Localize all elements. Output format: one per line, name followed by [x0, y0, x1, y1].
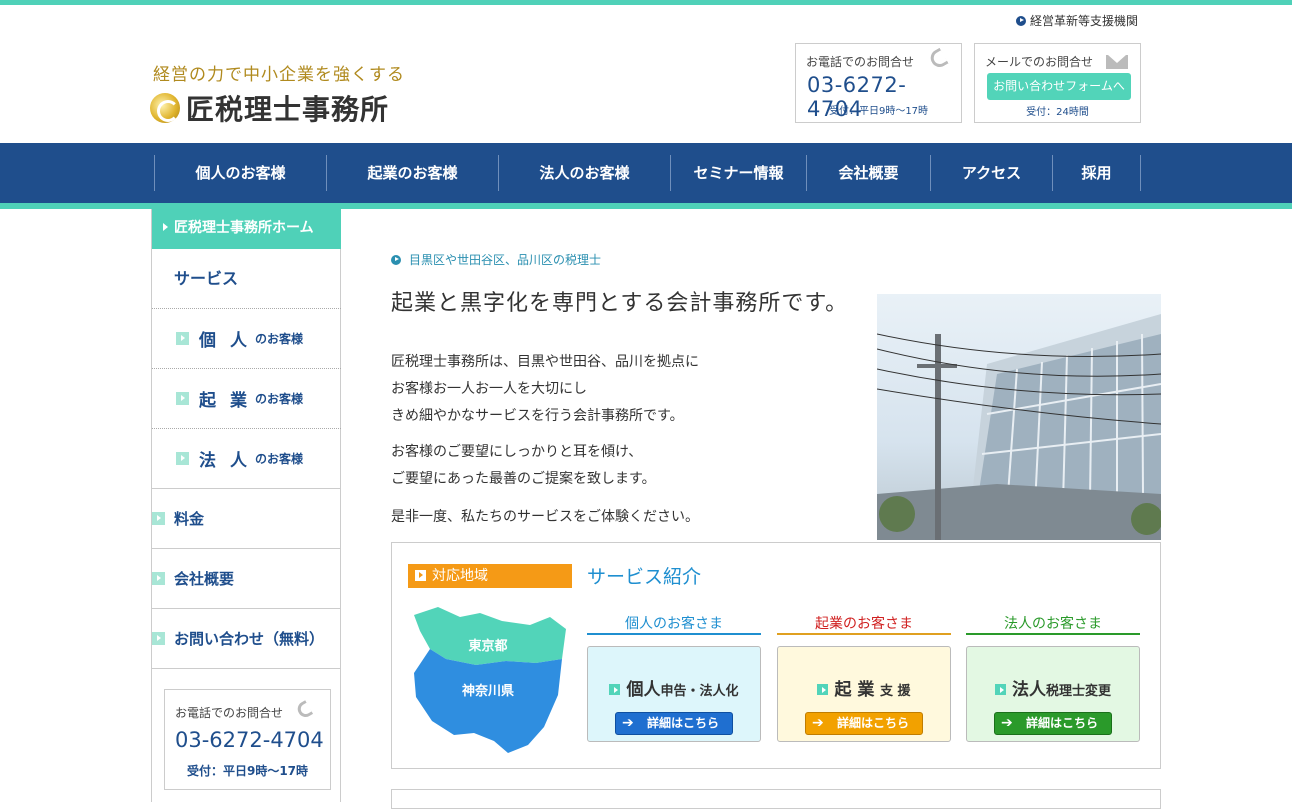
service-individual: 個人のお客さま 個人申告・法人化 詳細はこちら	[587, 613, 761, 742]
page-title: 起業と黒字化を専門とする会計事務所です。	[391, 291, 849, 316]
detail-button[interactable]: 詳細はこちら	[994, 712, 1112, 735]
arrow-square-icon	[609, 684, 621, 695]
arrow-square-icon	[152, 632, 165, 645]
sidebar-item-service[interactable]: サービス	[152, 249, 341, 309]
service-card-corporate[interactable]: 法人税理士変更 詳細はこちら	[966, 646, 1140, 742]
sidebar-phone-box: お電話でのお問合せ 03-6272-4704 受付：平日9時〜17時	[164, 689, 331, 790]
arrow-square-icon	[152, 512, 165, 525]
arrow-square-icon	[176, 332, 189, 345]
service-panel: 対応地域 東京都 神奈川県 サービス紹介 個人のお客さま 個人申告・法人化 詳細…	[391, 542, 1161, 769]
global-nav: 個人のお客様 起業のお客様 法人のお客様 セミナー情報 会社概要 アクセス 採用	[0, 143, 1292, 203]
next-panel	[391, 789, 1161, 809]
office-building-photo	[877, 294, 1161, 540]
arrow-square-icon	[176, 392, 189, 405]
nav-corporate[interactable]: 法人のお客様	[499, 155, 671, 191]
circle-arrow-icon	[391, 254, 401, 265]
nav-recruit[interactable]: 採用	[1053, 155, 1141, 191]
arrow-square-icon	[994, 684, 1006, 695]
tokyo-label: 東京都	[468, 638, 507, 654]
phone-icon	[294, 700, 314, 720]
sidebar-item-startup[interactable]: 起業 のお客様	[152, 369, 341, 429]
nav-seminar[interactable]: セミナー情報	[671, 155, 807, 191]
detail-button[interactable]: 詳細はこちら	[805, 712, 923, 735]
service-card-text: 法人税理士変更	[967, 675, 1139, 700]
arrow-square-icon	[176, 452, 189, 465]
support-agency-link[interactable]: 経営革新等支援機関	[1016, 12, 1138, 29]
tagline: 経営の力で中小企業を強くする	[153, 65, 405, 85]
nav-individual[interactable]: 個人のお客様	[155, 155, 327, 191]
intro-line-3: きめ細やかなサービスを行う会計事務所です。	[391, 408, 684, 424]
intro-line-2: お客様お一人お一人を大切にし	[391, 381, 587, 397]
intro-line-1: 匠税理士事務所は、目黒や世田谷、品川を拠点に	[391, 354, 699, 370]
breadcrumb[interactable]: 目黒区や世田谷区、品川区の税理士	[391, 251, 601, 268]
service-card-sub: 支 援	[879, 684, 911, 699]
sidebar-item-suffix: のお客様	[255, 392, 304, 406]
sidebar: 匠税理士事務所ホーム サービス 個人 のお客様 起業 のお客様 法人 のお客様 …	[151, 209, 341, 802]
kanagawa-region	[414, 649, 562, 753]
sidebar-item-label: 起業	[199, 391, 261, 411]
detail-button[interactable]: 詳細はこちら	[615, 712, 733, 735]
mail-label: メールでのお問合せ	[985, 55, 1094, 69]
service-startup: 起業のお客さま 起 業 支 援 詳細はこちら	[777, 613, 951, 742]
service-card-text: 起 業 支 援	[778, 675, 950, 700]
service-card-sub: 申告・法人化	[660, 684, 739, 699]
support-agency-label: 経営革新等支援機関	[1030, 14, 1139, 28]
mail-icon	[1106, 55, 1128, 69]
sidebar-item-label: 会社概要	[174, 570, 235, 588]
arrow-square-icon	[152, 572, 165, 585]
intro-line-6: 是非一度、私たちのサービスをご体験ください。	[391, 509, 699, 525]
logo-mark-icon	[150, 93, 180, 123]
phone-icon	[927, 47, 949, 71]
circle-arrow-icon	[1016, 15, 1026, 26]
service-card-sub: 税理士変更	[1045, 684, 1111, 699]
sidebar-item-label: 法人	[199, 451, 261, 471]
service-card-individual[interactable]: 個人申告・法人化 詳細はこちら	[587, 646, 761, 742]
sidebar-item-individual[interactable]: 個人 のお客様	[152, 309, 341, 369]
phone-hours: 受付：平日9時〜17時	[828, 106, 929, 117]
service-head: 起業のお客さま	[777, 613, 951, 635]
sidebar-item-suffix: のお客様	[255, 332, 304, 346]
service-head: 法人のお客さま	[966, 613, 1140, 635]
sidebar-item-fees[interactable]: 料金	[152, 489, 341, 549]
service-title: サービス紹介	[587, 566, 702, 588]
service-card-main: 個人	[626, 680, 661, 700]
sidebar-item-company[interactable]: 会社概要	[152, 549, 341, 609]
kanagawa-label: 神奈川県	[462, 683, 514, 699]
sidebar-item-contact[interactable]: お問い合わせ（無料）	[152, 609, 341, 669]
phone-hours: 受付：平日9時〜17時	[186, 764, 309, 778]
nav-company[interactable]: 会社概要	[807, 155, 931, 191]
service-head: 個人のお客さま	[587, 613, 761, 635]
sidebar-item-label: 料金	[174, 510, 205, 528]
building-illustration	[877, 314, 1161, 540]
phone-label: お電話でのお問合せ	[175, 706, 284, 720]
intro-line-4: お客様のご要望にしっかりと耳を傾け、	[391, 444, 643, 460]
nav-access[interactable]: アクセス	[931, 155, 1053, 191]
service-card-main: 起 業	[834, 680, 875, 700]
service-card-text: 個人申告・法人化	[588, 675, 760, 700]
top-accent-line	[0, 0, 1292, 5]
phone-number[interactable]: 03-6272-4704	[175, 728, 324, 752]
sidebar-item-corporate[interactable]: 法人 のお客様	[152, 429, 341, 489]
site-logo[interactable]: 匠税理士事務所	[150, 88, 389, 128]
logo-text: 匠税理士事務所	[186, 93, 390, 126]
nav-startup[interactable]: 起業のお客様	[327, 155, 499, 191]
sidebar-item-label: 個人	[199, 331, 261, 351]
arrow-square-icon	[817, 684, 829, 695]
header-phone-box: お電話でのお問合せ 03-6272-4704 受付：平日9時〜17時	[795, 43, 962, 123]
area-label: 対応地域	[408, 564, 572, 588]
sidebar-item-suffix: のお客様	[255, 452, 304, 466]
sidebar-item-label: お問い合わせ（無料）	[174, 630, 325, 648]
service-card-startup[interactable]: 起 業 支 援 詳細はこちら	[777, 646, 951, 742]
service-corporate: 法人のお客さま 法人税理士変更 詳細はこちら	[966, 613, 1140, 742]
contact-form-button[interactable]: お問い合わせフォームへ	[987, 73, 1131, 100]
sidebar-item-home[interactable]: 匠税理士事務所ホーム	[152, 209, 341, 249]
breadcrumb-label: 目黒区や世田谷区、品川区の税理士	[409, 253, 602, 267]
phone-label: お電話でのお問合せ	[806, 55, 915, 69]
intro-line-5: ご要望にあった最善のご提案を致します。	[391, 471, 656, 487]
service-card-main: 法人	[1011, 680, 1046, 700]
header-mail-box: メールでのお問合せ お問い合わせフォームへ 受付：24時間	[974, 43, 1141, 123]
mail-hours: 受付：24時間	[1026, 107, 1089, 118]
service-area-map: 東京都 神奈川県	[414, 607, 566, 753]
